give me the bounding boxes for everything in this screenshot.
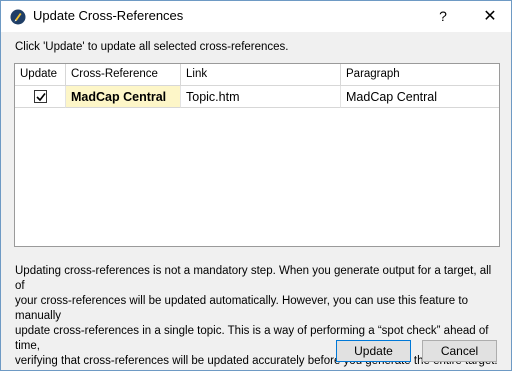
cross-references-table: Update Cross-Reference Link Paragraph Ma… (14, 63, 500, 247)
help-button[interactable]: ? (425, 1, 461, 32)
column-header-cross-reference[interactable]: Cross-Reference (66, 64, 181, 85)
column-header-update[interactable]: Update (15, 64, 66, 85)
close-button[interactable]: ✕ (469, 1, 511, 32)
link-cell[interactable]: Topic.htm (181, 86, 341, 108)
checkmark-icon (36, 93, 46, 102)
cross-reference-cell[interactable]: MadCap Central (66, 86, 181, 108)
update-checkbox[interactable] (34, 90, 47, 103)
paragraph-cell[interactable]: MadCap Central (341, 86, 499, 108)
cancel-button[interactable]: Cancel (422, 340, 497, 362)
title-bar: Update Cross-References ? ✕ (1, 1, 511, 32)
update-button[interactable]: Update (336, 340, 411, 362)
update-cross-references-dialog: Update Cross-References ? ✕ Click 'Updat… (0, 0, 512, 371)
table-header: Update Cross-Reference Link Paragraph (15, 64, 499, 86)
column-header-paragraph[interactable]: Paragraph (341, 64, 499, 85)
footnote-line: Updating cross-references is not a manda… (15, 265, 492, 292)
column-header-link[interactable]: Link (181, 64, 341, 85)
dialog-title: Update Cross-References (33, 8, 184, 23)
update-cell (15, 86, 66, 108)
footnote-line: your cross-references will be updated au… (15, 295, 468, 322)
instruction-text: Click 'Update' to update all selected cr… (15, 41, 289, 53)
table-row[interactable]: MadCap Central Topic.htm MadCap Central (15, 86, 499, 108)
madcap-quill-icon (10, 9, 26, 25)
